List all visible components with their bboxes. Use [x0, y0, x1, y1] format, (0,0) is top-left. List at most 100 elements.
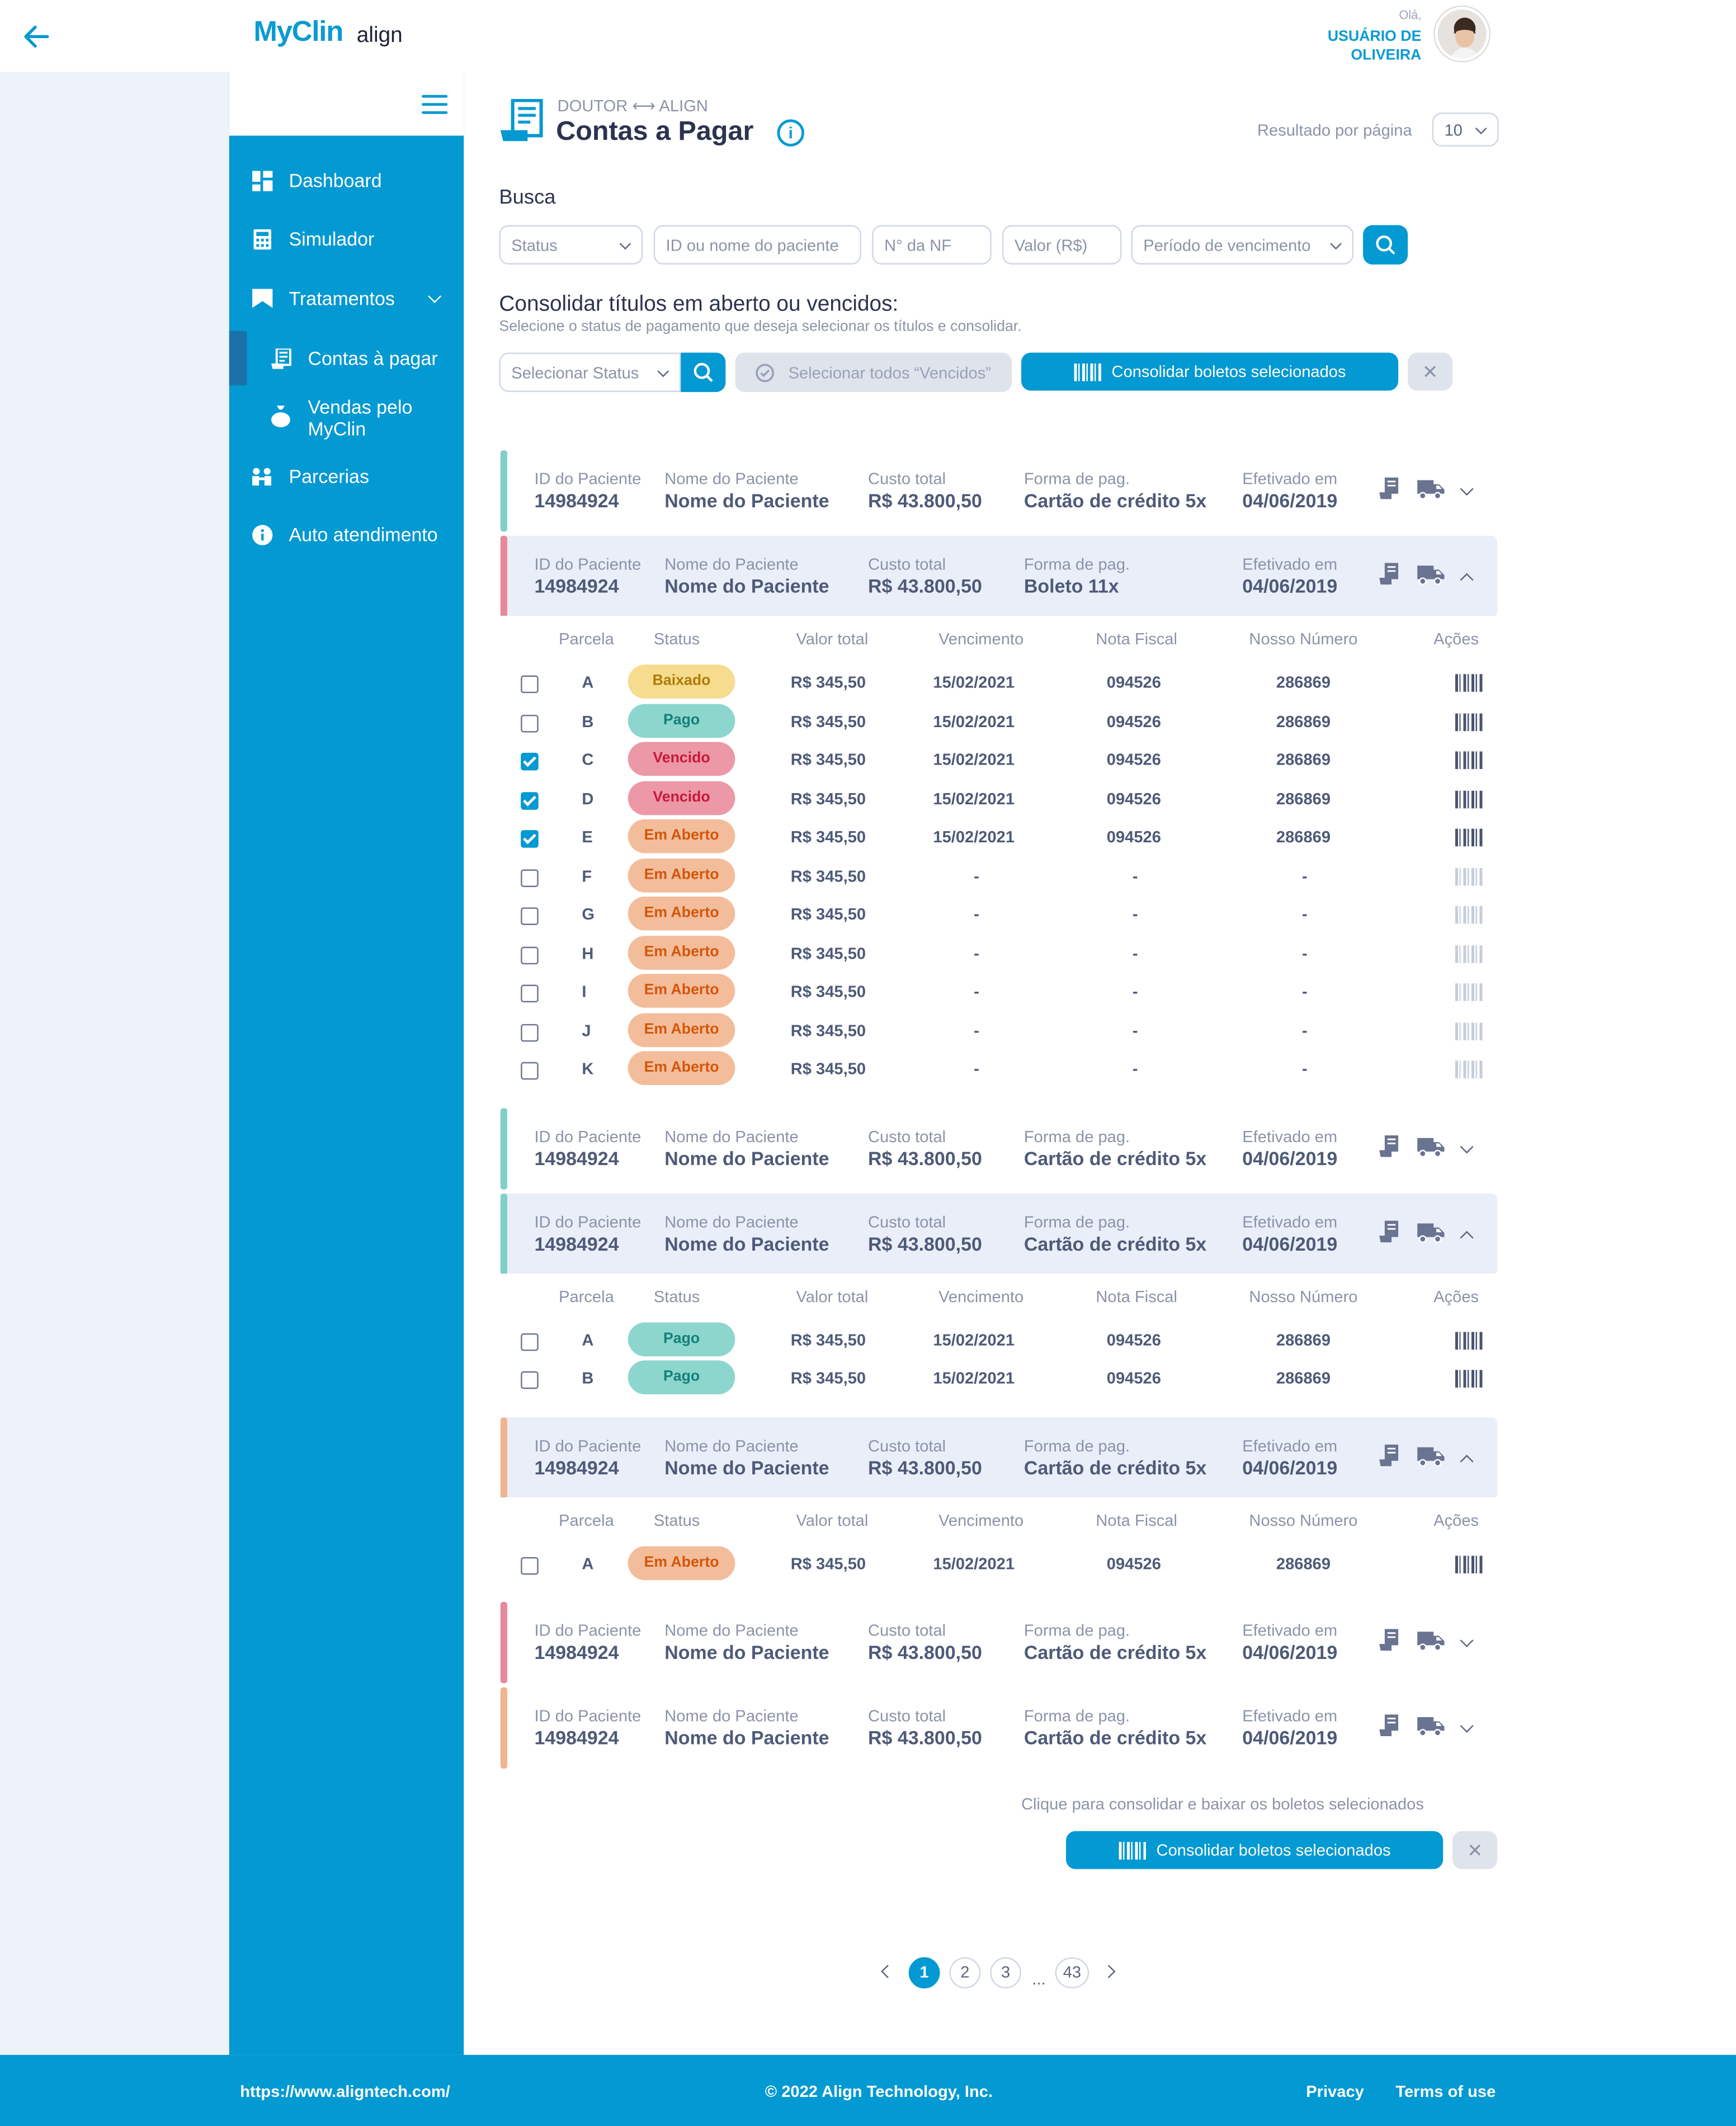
clear-selection-button[interactable]: ✕ — [1408, 352, 1453, 391]
chevron-up-icon[interactable] — [1460, 573, 1474, 587]
truck-icon[interactable] — [1417, 564, 1445, 585]
page-last[interactable]: 43 — [1055, 1957, 1089, 1989]
menu-icon[interactable] — [422, 95, 448, 114]
period-select[interactable]: Período de vencimento — [1131, 225, 1354, 265]
sidebar-item-simulador[interactable]: Simulador — [251, 228, 374, 249]
chevron-down-icon[interactable] — [1460, 1139, 1474, 1153]
row-checkbox[interactable] — [521, 752, 539, 771]
page-3[interactable]: 3 — [990, 1957, 1022, 1989]
barcode-icon[interactable] — [1455, 790, 1483, 808]
row-checkbox[interactable] — [521, 1556, 539, 1575]
row-checkbox[interactable] — [521, 907, 539, 925]
consolidate-button[interactable]: Consolidar boletos selecionados — [1021, 352, 1399, 391]
barcode-icon — [1455, 867, 1483, 885]
card-value-name: Nome do Paciente — [664, 1641, 829, 1663]
row-checkbox[interactable] — [521, 984, 539, 1003]
close-icon: ✕ — [1466, 1839, 1483, 1860]
select-all-vencidos-button[interactable]: Selecionar todos “Vencidos” — [735, 352, 1012, 392]
row-checkbox[interactable] — [521, 830, 539, 848]
sidebar-item-vendas[interactable]: Vendas pelo MyClin — [270, 396, 437, 440]
row-checkbox[interactable] — [521, 675, 539, 694]
receipt-icon[interactable] — [1379, 1629, 1399, 1651]
footer-url[interactable]: https://www.aligntech.com/ — [240, 2082, 450, 2101]
barcode-icon[interactable] — [1455, 1331, 1483, 1349]
truck-icon[interactable] — [1417, 1136, 1445, 1157]
receipt-icon[interactable] — [1379, 1444, 1399, 1466]
user-name[interactable]: USUÁRIO DE OLIVEIRA — [1272, 27, 1421, 65]
chevron-up-icon[interactable] — [1460, 1230, 1474, 1244]
account-card[interactable]: ID do Paciente 14984924 Nome do Paciente No… — [500, 1601, 1498, 1684]
row-checkbox[interactable] — [521, 1062, 539, 1080]
card-label-date: Efetivado em — [1242, 1212, 1338, 1231]
avatar-image — [1450, 17, 1479, 59]
account-card[interactable]: ID do Paciente 14984924 Nome do Paciente No… — [500, 1687, 1498, 1769]
receipt-icon[interactable] — [1379, 1134, 1399, 1157]
row-checkbox[interactable] — [521, 946, 539, 964]
barcode-icon[interactable] — [1455, 751, 1483, 769]
truck-icon[interactable] — [1417, 1716, 1445, 1736]
status-select[interactable]: Status — [499, 225, 643, 265]
terms-link[interactable]: Terms of use — [1395, 2082, 1496, 2101]
sidebar-item-contas-a-pagar[interactable]: Contas à pagar — [270, 347, 438, 369]
info-icon[interactable]: i — [777, 119, 805, 147]
chevron-down-icon[interactable] — [1460, 1634, 1474, 1648]
results-per-page-select[interactable]: 10 — [1432, 112, 1499, 147]
receipt-icon[interactable] — [1379, 1714, 1399, 1736]
clear-bottom-button[interactable]: ✕ — [1452, 1831, 1498, 1869]
card-value-total: R$ 43.800,50 — [868, 1456, 982, 1478]
nosso-numero-cell: - — [1302, 982, 1308, 1001]
brand-logo[interactable]: MyClin — [253, 16, 343, 49]
privacy-link[interactable]: Privacy — [1306, 2082, 1364, 2101]
barcode-icon[interactable] — [1455, 713, 1483, 730]
close-icon: ✕ — [1422, 360, 1438, 382]
chevron-down-icon[interactable] — [1460, 1719, 1474, 1733]
status-badge: Pago — [628, 1360, 735, 1394]
sidebar-item-parcerias[interactable]: Parcerias — [251, 465, 369, 487]
receipt-icon[interactable] — [1379, 477, 1399, 499]
sidebar-item-dashboard[interactable]: Dashboard — [251, 169, 382, 191]
barcode-icon[interactable] — [1455, 828, 1483, 847]
consolidate-label: Consolidar boletos selecionados — [1111, 362, 1346, 381]
account-card[interactable]: ID do Paciente 14984924 Nome do Paciente No… — [500, 1192, 1498, 1275]
sidebar-item-auto-atendimento[interactable]: Auto atendimento — [251, 524, 438, 545]
chevron-down-icon[interactable] — [1460, 482, 1474, 496]
row-checkbox[interactable] — [521, 714, 539, 732]
row-checkbox[interactable] — [521, 1332, 539, 1351]
account-card[interactable]: ID do Paciente 14984924 Nome do Paciente No… — [500, 535, 1498, 617]
row-checkbox[interactable] — [521, 869, 539, 887]
truck-icon[interactable] — [1417, 1445, 1445, 1466]
truck-icon[interactable] — [1417, 1222, 1445, 1242]
card-value-total: R$ 43.800,50 — [868, 575, 982, 597]
patient-search-input[interactable]: ID ou nome do paciente — [653, 225, 861, 265]
row-checkbox[interactable] — [521, 1023, 539, 1041]
receipt-icon[interactable] — [1379, 1220, 1399, 1242]
page-2[interactable]: 2 — [949, 1957, 981, 1989]
consolidate-search-button[interactable] — [681, 352, 726, 392]
row-checkbox[interactable] — [521, 1371, 539, 1389]
barcode-icon[interactable] — [1455, 1370, 1483, 1388]
receipt-icon[interactable] — [1379, 563, 1399, 585]
consolidate-status-select[interactable]: Selecionar Status — [499, 352, 681, 392]
consolidate-bottom-button[interactable]: Consolidar boletos selecionados — [1066, 1831, 1443, 1869]
truck-icon[interactable] — [1417, 1630, 1445, 1651]
barcode-icon[interactable] — [1455, 674, 1483, 692]
nosso-numero-cell: - — [1302, 904, 1308, 924]
avatar[interactable] — [1435, 7, 1489, 62]
row-checkbox[interactable] — [521, 791, 539, 809]
nf-cell: - — [1132, 904, 1138, 924]
card-label-name: Nome do Paciente — [664, 469, 799, 488]
nf-input[interactable]: N° da NF — [872, 225, 992, 265]
page-1[interactable]: 1 — [908, 1957, 940, 1989]
barcode-icon[interactable] — [1455, 1555, 1483, 1573]
account-card[interactable]: ID do Paciente 14984924 Nome do Paciente No… — [500, 1107, 1498, 1189]
truck-icon[interactable] — [1417, 479, 1445, 499]
sidebar-item-tratamentos[interactable]: Tratamentos — [251, 287, 395, 309]
card-label-date: Efetivado em — [1242, 1435, 1338, 1455]
search-button[interactable] — [1363, 225, 1408, 265]
vencimento-cell: 15/02/2021 — [933, 1368, 1015, 1388]
account-card[interactable]: ID do Paciente 14984924 Nome do Paciente No… — [500, 450, 1498, 532]
back-arrow-icon[interactable] — [22, 22, 51, 51]
chevron-up-icon[interactable] — [1460, 1454, 1474, 1468]
value-input[interactable]: Valor (R$) — [1002, 225, 1122, 265]
account-card[interactable]: ID do Paciente 14984924 Nome do Paciente No… — [500, 1416, 1498, 1498]
